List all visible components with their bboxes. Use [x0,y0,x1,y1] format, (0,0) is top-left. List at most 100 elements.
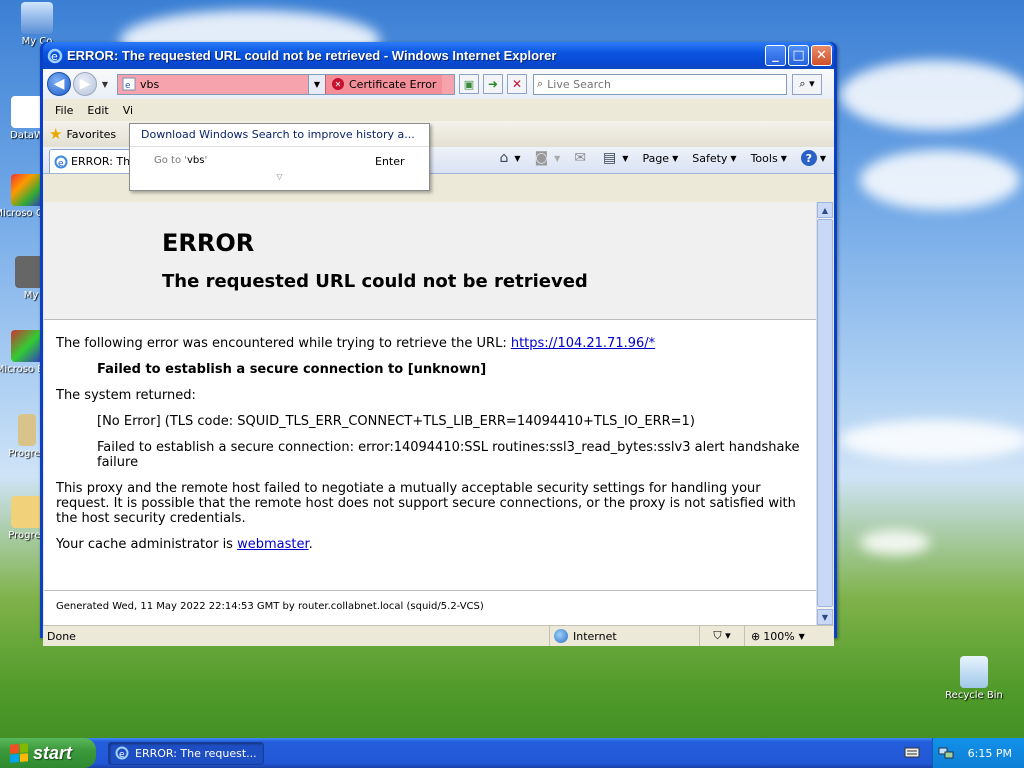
address-bar[interactable]: e ▼ ✕ Certificate Error [117,73,455,95]
chevron-down-icon: ▼ [313,79,321,89]
recycle-bin-icon [960,656,988,688]
favorites-star-icon: ★ [49,125,63,143]
network-icon[interactable] [938,746,954,760]
page-footer: Generated Wed, 11 May 2022 22:14:53 GMT … [44,590,816,622]
help-icon: ? [800,150,817,166]
magnifier-icon: ⌕ ▾ [799,77,815,90]
window-client: ◀ ▶ ▼ e ▼ ✕ Certificate Error ▣ ➜ ✕ ⌕ ⌕ … [43,69,834,646]
favorites-button[interactable]: Favorites [66,128,116,141]
desktop-icon-label: My [23,290,39,301]
forward-arrow-icon: ▶ [79,76,91,92]
vertical-scrollbar[interactable]: ▲ ▼ [816,202,833,625]
back-arrow-icon: ◀ [53,76,65,92]
chevron-up-icon: ▲ [821,205,829,215]
visual-basic-icon [11,330,43,362]
download-windows-search-link[interactable]: Download Windows Search to improve histo… [130,124,429,147]
shield-icon: ⛉ ▾ [713,629,731,642]
keyboard-icon[interactable] [904,745,920,759]
minimize-button[interactable]: _ [765,45,786,66]
protected-mode-button[interactable]: ⛉ ▾ [699,626,744,646]
printer-icon: ▤ [603,150,617,166]
error-body: The following error was encountered whil… [44,320,816,552]
shortcut-icon [11,96,43,128]
chevron-down-icon: ▼ [821,612,829,622]
cache-admin-text: Your cache administrator is [56,537,238,552]
page-menu[interactable]: Page ▼ [642,152,678,165]
system-returned-label: The system returned: [56,388,196,403]
address-dropdown-button[interactable]: ▼ [308,74,325,94]
stop-button[interactable]: ✕ [507,74,527,94]
close-button[interactable]: ✕ [811,45,832,66]
tools-menu[interactable]: Tools ▼ [751,152,787,165]
system-tray: 6:15 PM [932,738,1024,768]
forward-button[interactable]: ▶ [73,72,97,96]
webmaster-link[interactable]: webmaster [237,537,309,552]
goto-suggestion[interactable]: Go to 'vbs' Enter [130,147,429,168]
tools-menu-label: Tools [750,151,778,165]
ie-window: e ERROR: The requested URL could not be … [40,42,837,646]
certificate-error-button[interactable]: ✕ Certificate Error [325,74,443,94]
menu-file[interactable]: File [49,104,81,117]
window-title: ERROR: The requested URL could not be re… [67,48,557,63]
print-button[interactable]: ▤ ▼ [603,150,628,166]
page-content: ERROR The requested URL could not be ret… [44,202,816,625]
scroll-up-button[interactable]: ▲ [817,202,833,218]
goto-label: Go to 'vbs' [154,155,375,168]
recent-pages-dropdown[interactable]: ▼ [99,80,111,89]
maximize-button[interactable]: □ [788,45,809,66]
svg-text:e: e [119,750,125,760]
address-input[interactable] [140,77,308,91]
clock[interactable]: 6:15 PM [968,747,1012,760]
goto-suffix: ' [204,155,208,166]
stop-icon: ✕ [511,77,523,91]
start-button[interactable]: start [0,738,96,768]
zoom-icon: ⊕ [751,629,761,643]
feeds-button[interactable]: ◙ ▼ [535,150,561,166]
desktop-icon-my-computer[interactable]: My Co [2,2,72,47]
compatibility-button[interactable]: ▣ [459,74,479,94]
maximize-icon: □ [792,48,805,63]
ie-icon: e [115,746,129,760]
cache-admin: Your cache administrator is webmaster. [56,537,804,552]
tls-code: [No Error] (TLS code: SQUID_TLS_ERR_CONN… [97,414,695,429]
error-intro: The following error was encountered whil… [56,336,804,351]
goto-value: vbs [187,155,205,166]
enter-hint: Enter [375,155,405,168]
back-button[interactable]: ◀ [47,72,71,96]
start-label: start [33,742,73,763]
minimize-icon: _ [772,48,779,63]
svg-text:e: e [51,50,58,63]
home-button[interactable]: ⌂ ▼ [500,150,521,166]
address-autocomplete-dropdown: Download Windows Search to improve histo… [129,123,430,191]
error-url-link[interactable]: https://104.21.71.96/* [511,336,655,351]
read-mail-button[interactable]: ✉ [574,150,589,166]
zoom-level: 100% [763,629,795,643]
ssl-error: Failed to establish a secure connection:… [97,440,800,470]
svg-text:e: e [125,81,131,91]
page-menu-label: Page [642,151,670,165]
globe-icon [554,629,568,643]
search-go-button[interactable]: ⌕ ▾ [792,73,822,95]
security-zone[interactable]: Internet [549,626,699,646]
search-input[interactable] [547,77,778,91]
title-bar[interactable]: e ERROR: The requested URL could not be … [43,42,834,69]
error-detail: Failed to establish a secure connection … [56,362,804,377]
safety-menu[interactable]: Safety ▼ [692,152,736,165]
help-button[interactable]: ? ▼ [800,150,826,166]
menu-edit[interactable]: Edit [81,104,116,117]
zoom-button[interactable]: ⊕ 100% ▼ [744,626,834,646]
status-text: Done [47,629,76,643]
menu-view[interactable]: Vi [117,104,141,117]
desktop-icon-recycle-bin[interactable]: Recycle Bin [939,656,1009,701]
taskbar-item-ie[interactable]: e ERROR: The request... [108,741,264,765]
expand-chevron-icon[interactable]: ▽ [130,172,429,181]
go-button[interactable]: ➜ [483,74,503,94]
menu-bar: File Edit Vi [43,99,834,121]
scroll-thumb[interactable] [817,219,833,607]
error-intro-text: The following error was encountered whil… [56,336,511,351]
safety-menu-label: Safety [692,151,728,165]
scroll-down-button[interactable]: ▼ [817,609,833,625]
search-box[interactable]: ⌕ [533,73,787,95]
cert-error-label: Certificate Error [349,77,437,91]
desktop-icon-label: DataW [10,130,44,141]
